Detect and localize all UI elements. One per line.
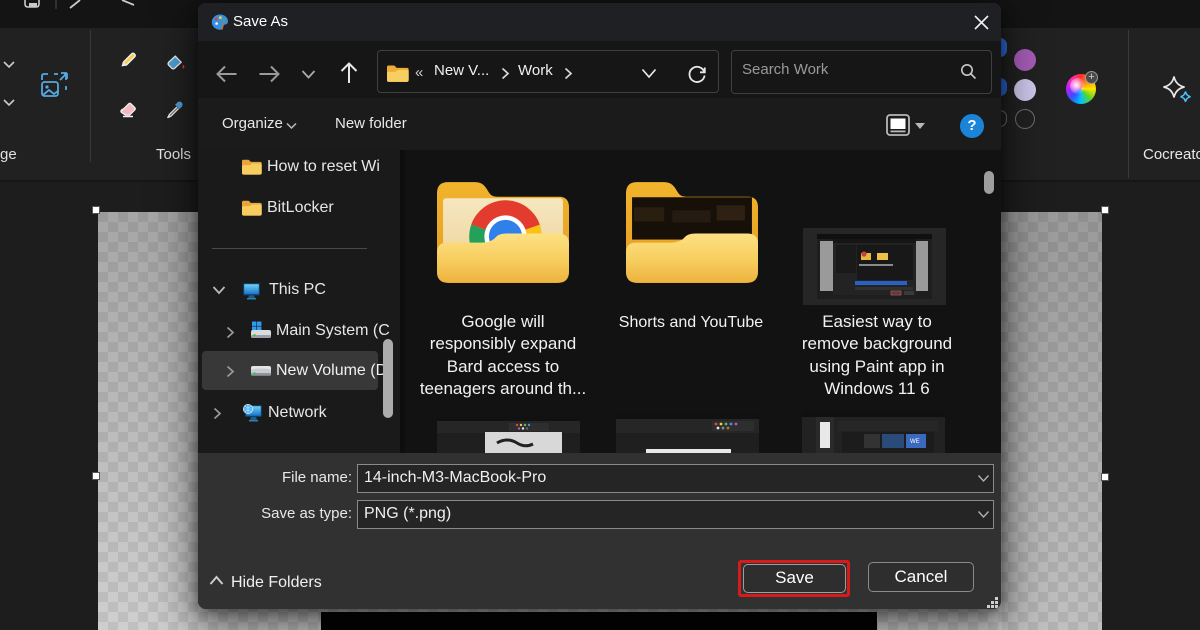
svg-text:WE: WE <box>910 439 920 445</box>
